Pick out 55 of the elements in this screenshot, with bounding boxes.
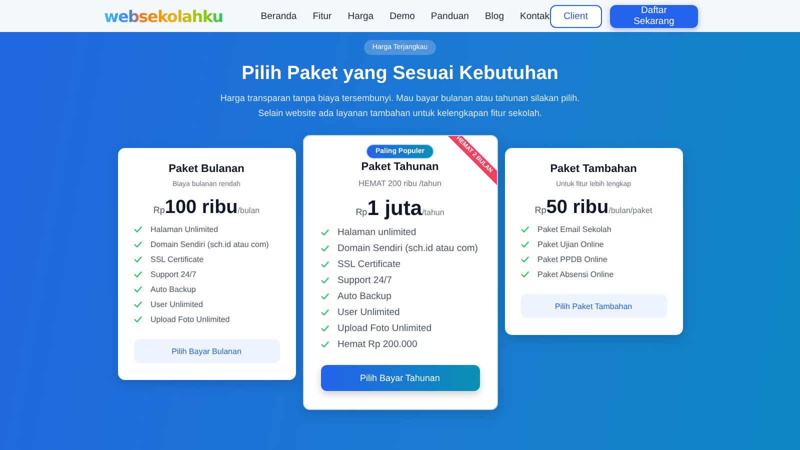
price-amount: 1 juta bbox=[367, 197, 422, 221]
plan-name: Paket Tahunan bbox=[361, 161, 439, 173]
feature-text: Upload Foto Unlimited bbox=[338, 323, 432, 334]
nav-link[interactable]: Kontak bbox=[520, 10, 550, 22]
check-icon bbox=[320, 325, 328, 332]
plan-name: Paket Tambahan bbox=[550, 163, 637, 175]
feature-text: Domain Sendiri (sch.id atau com) bbox=[150, 240, 269, 249]
nav-link[interactable]: Harga bbox=[348, 10, 374, 22]
nav-link[interactable]: Panduan bbox=[430, 10, 469, 22]
price-currency: Rp bbox=[356, 207, 368, 217]
feature-text: Hemat Rp 200.000 bbox=[338, 339, 418, 350]
feature-text: SSL Certificate bbox=[338, 259, 401, 270]
section-description: Harga transparan tanpa biaya tersembunyi. Mau bayar bulanan atau tahunan silakan pilih. bbox=[220, 93, 580, 103]
check-icon bbox=[320, 229, 328, 236]
plan-button[interactable]: Pilih Bayar Bulanan bbox=[134, 339, 280, 363]
feature-text: Auto Backup bbox=[150, 285, 196, 294]
feature-text: Auto Backup bbox=[338, 291, 392, 302]
feature-text: Paket Absensi Online bbox=[538, 270, 614, 279]
nav-link[interactable]: Fitur bbox=[312, 10, 332, 22]
price-period: /bulan/paket bbox=[608, 206, 652, 215]
check-icon bbox=[320, 341, 328, 348]
check-icon bbox=[320, 245, 328, 252]
client-button[interactable]: Client bbox=[550, 4, 602, 28]
feature-text: Halaman unlimited bbox=[338, 227, 416, 238]
feature-text: Upload Foto Unlimited bbox=[150, 315, 230, 324]
plan-button[interactable]: Pilih Paket Tambahan bbox=[520, 294, 666, 318]
feature-text: Domain Sendiri (sch.id atau com) bbox=[338, 243, 478, 254]
check-icon bbox=[320, 277, 328, 284]
feature-text: Paket Ujian Online bbox=[538, 240, 604, 249]
price-period: /bulan bbox=[238, 206, 260, 215]
feature-text: SSL Certificate bbox=[150, 255, 204, 264]
plan-subtitle: HEMAT 200 ribu /tahun bbox=[358, 179, 442, 188]
check-icon bbox=[320, 261, 328, 268]
feature-text: Paket Email Sekolah bbox=[538, 225, 612, 234]
feature-text: Halaman Unlimited bbox=[150, 225, 218, 234]
section-description: Selain website ada layanan tambahan untuk kelengkapan fitur sekolah. bbox=[258, 108, 542, 118]
signup-button[interactable]: Daftar Sekarang bbox=[610, 4, 698, 28]
plan-button[interactable]: Pilih Bayar Tahunan bbox=[320, 365, 480, 391]
nav-link[interactable]: Beranda bbox=[260, 10, 297, 22]
price-currency: Rp bbox=[534, 205, 546, 215]
nav-link[interactable]: Blog bbox=[484, 10, 504, 22]
feature-text: Support 24/7 bbox=[338, 275, 392, 286]
price-period: /tahun bbox=[422, 208, 444, 217]
feature-text: Paket PPDB Online bbox=[538, 255, 608, 264]
feature-text: User Unlimited bbox=[150, 300, 203, 309]
nav-link[interactable]: Demo bbox=[390, 10, 415, 22]
plan-name: Paket Bulanan bbox=[168, 163, 244, 175]
check-icon bbox=[320, 309, 328, 316]
price-currency: Rp bbox=[153, 205, 165, 215]
feature-text: Support 24/7 bbox=[150, 270, 196, 279]
feature-text: User Unlimited bbox=[338, 307, 400, 318]
price-amount: 100 ribu bbox=[164, 197, 238, 219]
section-title: Pilih Paket yang Sesuai Kebutuhan bbox=[242, 63, 558, 85]
price-amount: 50 ribu bbox=[546, 197, 609, 219]
check-icon bbox=[320, 293, 328, 300]
